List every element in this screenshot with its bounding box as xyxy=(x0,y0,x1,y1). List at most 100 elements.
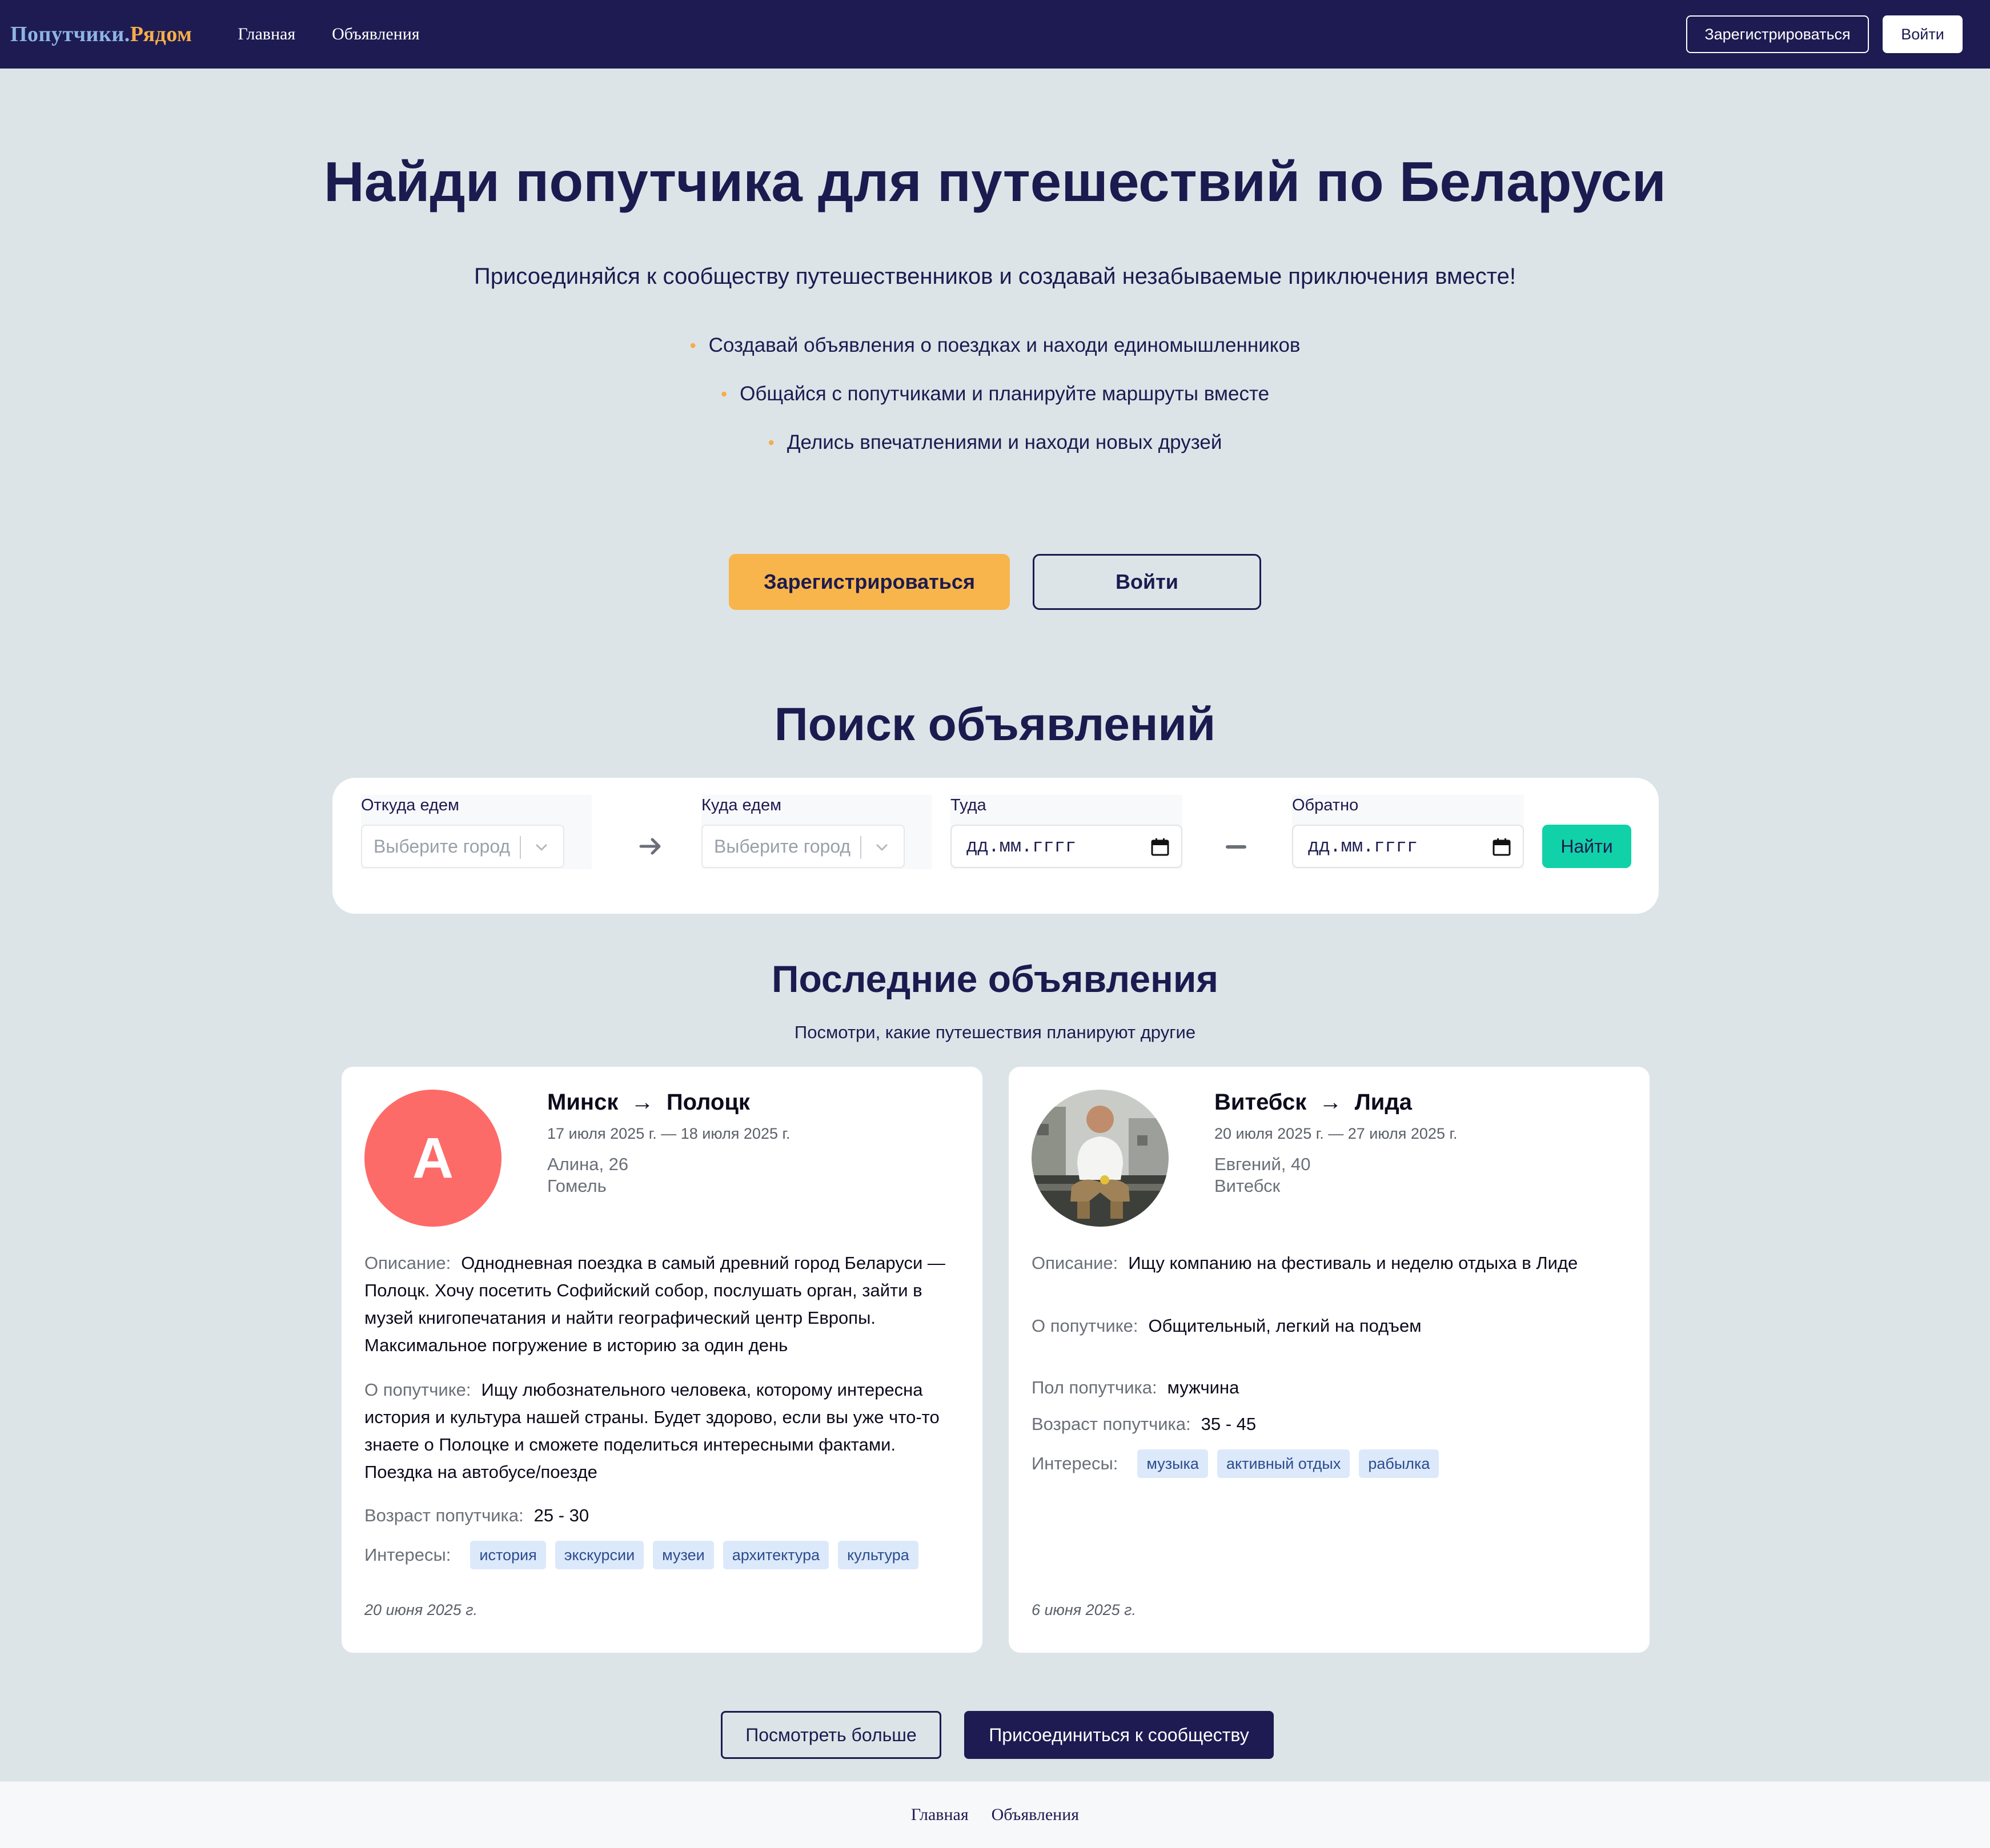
date-range-dash xyxy=(1226,845,1246,849)
return-label: Обратно xyxy=(1292,796,1524,819)
ad-description: Описание: Однодневная поездка в самый дре… xyxy=(364,1250,964,1359)
main-nav: Главная Объявления xyxy=(238,25,419,44)
interest-tag: культура xyxy=(838,1541,918,1569)
from-label: Откуда едем xyxy=(361,796,564,819)
nav-link-ads[interactable]: Объявления xyxy=(332,25,419,44)
hero-register-button[interactable]: Зарегистрироваться xyxy=(729,554,1010,610)
chevron-down-icon[interactable] xyxy=(872,836,892,859)
author-name-age: Евгений, 40 xyxy=(1214,1154,1311,1174)
depart-date-input[interactable]: дд.мм.гггг xyxy=(950,825,1182,868)
age-value: 25 - 30 xyxy=(533,1505,589,1525)
author-name-age: Алина, 26 xyxy=(547,1154,629,1174)
top-navbar: Попутчики.Рядом Главная Объявления Зарег… xyxy=(0,0,1990,69)
feature-item: • Делись впечатлениями и находи новых дру… xyxy=(0,428,1990,477)
arrow-right-icon xyxy=(639,838,661,855)
header-register-button[interactable]: Зарегистрироваться xyxy=(1686,15,1869,53)
feature-text: Делись впечатлениями и находи новых друз… xyxy=(787,431,1222,453)
age-value: 35 - 45 xyxy=(1201,1414,1257,1434)
footer-link-home[interactable]: Главная xyxy=(911,1805,969,1825)
footer-link-ads[interactable]: Объявления xyxy=(992,1805,1079,1825)
ad-card[interactable]: А Минск → Полоцк 17 июля 2025 г. — 18 ию… xyxy=(342,1067,982,1653)
chevron-down-icon[interactable] xyxy=(531,836,552,859)
hero-subtitle: Присоединяйся к сообществу путешественни… xyxy=(474,264,1516,289)
hero-buttons: Зарегистрироваться Войти xyxy=(0,554,1990,610)
brand-logo[interactable]: Попутчики.Рядом xyxy=(10,22,192,47)
from-select-placeholder: Выберите город xyxy=(374,835,511,857)
ad-author: Евгений, 40 Витебск xyxy=(1214,1154,1310,1197)
ad-about: О попутчике: Общительный, легкий на подъе… xyxy=(1032,1312,1631,1340)
calendar-icon[interactable] xyxy=(1150,837,1170,857)
route-to: Полоцк xyxy=(666,1090,750,1115)
to-select-placeholder: Выберите город xyxy=(714,835,851,857)
bullet-icon: • xyxy=(689,335,696,356)
age-label: Возраст попутчика: xyxy=(1032,1414,1191,1434)
ad-author: Алина, 26 Гомель xyxy=(547,1154,628,1197)
feature-item: • Общайся с попутчиками и планируйте марш… xyxy=(0,380,1990,428)
description-text: Однодневная поездка в самый древний горо… xyxy=(364,1253,945,1355)
from-city-select[interactable]: Выберите город xyxy=(361,825,564,868)
gender-label: Пол попутчика: xyxy=(1032,1377,1157,1397)
header-login-button[interactable]: Войти xyxy=(1883,15,1963,53)
auth-buttons: Зарегистрироваться Войти xyxy=(1686,15,1963,53)
latest-actions: Посмотреть больше Присоединиться к сообщ… xyxy=(0,1711,1990,1759)
footer: Главная Объявления xyxy=(0,1781,1990,1848)
interest-tag: музыка xyxy=(1137,1449,1208,1478)
hero-login-button[interactable]: Войти xyxy=(1033,554,1261,610)
ad-posted-date: 20 июня 2025 г. xyxy=(364,1601,478,1618)
interest-tag: музеи xyxy=(653,1541,714,1569)
select-separator xyxy=(860,836,861,859)
gender-value: мужчина xyxy=(1167,1377,1239,1397)
route-arrow-icon: → xyxy=(631,1090,654,1115)
find-button[interactable]: Найти xyxy=(1542,825,1631,868)
feature-list: • Создавай объявления о поездках и находи… xyxy=(0,331,1990,477)
author-city: Гомель xyxy=(547,1176,607,1196)
latest-ads-title: Последние объявления xyxy=(772,958,1218,1000)
description-label: Описание: xyxy=(1032,1253,1118,1273)
description-text: Ищу компанию на фестиваль и неделю отдых… xyxy=(1128,1253,1578,1273)
ad-interests: Интересы: история экскурсии музеи архите… xyxy=(364,1541,928,1569)
to-city-select[interactable]: Выберите город xyxy=(701,825,905,868)
interest-tag: активный отдых xyxy=(1217,1449,1350,1478)
depart-field: Туда дд.мм.гггг xyxy=(950,796,1182,868)
ad-card[interactable]: Витебск → Лида 20 июля 2025 г. — 27 июля… xyxy=(1009,1067,1650,1653)
interests-label: Интересы: xyxy=(1032,1453,1118,1473)
ad-dates: 17 июля 2025 г. — 18 июля 2025 г. xyxy=(547,1125,791,1142)
return-field: Обратно дд.мм.гггг xyxy=(1292,796,1524,868)
search-section-title: Поиск объявлений xyxy=(774,698,1216,750)
to-field: Куда едем Выберите город xyxy=(701,796,905,868)
ad-gender: Пол попутчика: мужчина xyxy=(1032,1374,1631,1401)
description-label: Описание: xyxy=(364,1253,451,1273)
nav-link-home[interactable]: Главная xyxy=(238,25,295,44)
see-more-button[interactable]: Посмотреть больше xyxy=(721,1711,941,1759)
feature-text: Общайся с попутчиками и планируйте маршр… xyxy=(740,383,1270,405)
age-label: Возраст попутчика: xyxy=(364,1505,524,1525)
join-community-button[interactable]: Присоединиться к сообществу xyxy=(964,1711,1274,1759)
depart-date-value: дд.мм.гггг xyxy=(966,835,1077,857)
ad-route[interactable]: Минск → Полоцк xyxy=(547,1090,750,1115)
ad-route[interactable]: Витебск → Лида xyxy=(1214,1090,1412,1115)
ad-dates: 20 июля 2025 г. — 27 июля 2025 г. xyxy=(1214,1125,1458,1142)
ad-interests: Интересы: музыка активный отдых рабылка xyxy=(1032,1449,1448,1478)
return-date-input[interactable]: дд.мм.гггг xyxy=(1292,825,1524,868)
latest-ads-subtitle: Посмотри, какие путешествия планируют др… xyxy=(794,1022,1196,1042)
ad-age: Возраст попутчика: 25 - 30 xyxy=(364,1502,964,1529)
bullet-icon: • xyxy=(720,384,728,404)
avatar xyxy=(1032,1090,1169,1227)
route-to: Лида xyxy=(1354,1090,1412,1115)
brand-part-2: Рядом xyxy=(130,22,192,46)
about-label: О попутчике: xyxy=(364,1380,471,1400)
avatar: А xyxy=(364,1090,501,1227)
interest-tag: рабылка xyxy=(1359,1449,1439,1478)
about-text: Общительный, легкий на подъем xyxy=(1148,1316,1422,1336)
interest-tag: архитектура xyxy=(723,1541,829,1569)
interest-tag: экскурсии xyxy=(555,1541,644,1569)
route-arrow-icon: → xyxy=(1319,1090,1342,1115)
calendar-icon[interactable] xyxy=(1492,837,1511,857)
user-photo xyxy=(1032,1090,1169,1227)
ad-about: О попутчике: Ищу любознательного человека… xyxy=(364,1376,964,1486)
search-form: Откуда едем Выберите город Куда едем Выб… xyxy=(332,778,1659,914)
ad-age: Возраст попутчика: 35 - 45 xyxy=(1032,1411,1631,1438)
ad-posted-date: 6 июня 2025 г. xyxy=(1032,1601,1137,1618)
interests-label: Интересы: xyxy=(364,1545,451,1565)
route-from: Минск xyxy=(547,1090,619,1115)
